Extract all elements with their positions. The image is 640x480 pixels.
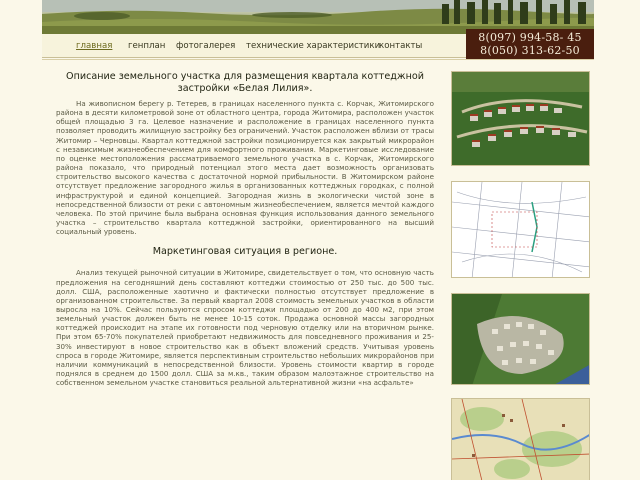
phone-number-1: 8(097) 994-58- 45 <box>478 31 582 44</box>
main-content: Описание земельного участка для размещен… <box>56 71 434 387</box>
site-plan-drawing-image[interactable] <box>451 181 590 278</box>
site-plan-graphic <box>452 182 589 277</box>
nav-link-home[interactable]: главная <box>76 41 112 51</box>
section-title-market-situation: Маркетинговая ситуация в регионе. <box>152 246 338 258</box>
section-text-plot-description: На живописном берегу р. Тетерев, в грани… <box>56 99 434 237</box>
phone-numbers-box: 8(097) 994-58- 45 8(050) 313-62-50 <box>466 29 594 59</box>
nav-link-photo-gallery[interactable]: фотогалерея <box>176 41 235 51</box>
section-title-plot-description: Описание земельного участка для размещен… <box>66 71 424 94</box>
nav-link-genplan[interactable]: генплан <box>128 41 165 51</box>
topographic-map-image[interactable] <box>451 398 590 480</box>
main-navigation: главная генплан фотогалерея технические … <box>42 34 466 58</box>
masterplan-render-image[interactable] <box>451 293 590 385</box>
section-text-market-situation: Анализ текущей рыночной ситуации в Житом… <box>56 268 434 388</box>
phone-number-2: 8(050) 313-62-50 <box>480 44 580 57</box>
nav-link-contacts[interactable]: контакты <box>379 41 422 51</box>
aerial-render-image[interactable] <box>451 71 590 166</box>
header-divider <box>42 59 594 60</box>
nav-link-tech-specs[interactable]: технические характеристики <box>246 41 380 51</box>
topographic-map-graphic <box>452 399 589 480</box>
aerial-render-graphic <box>452 72 589 165</box>
masterplan-graphic <box>452 294 589 384</box>
